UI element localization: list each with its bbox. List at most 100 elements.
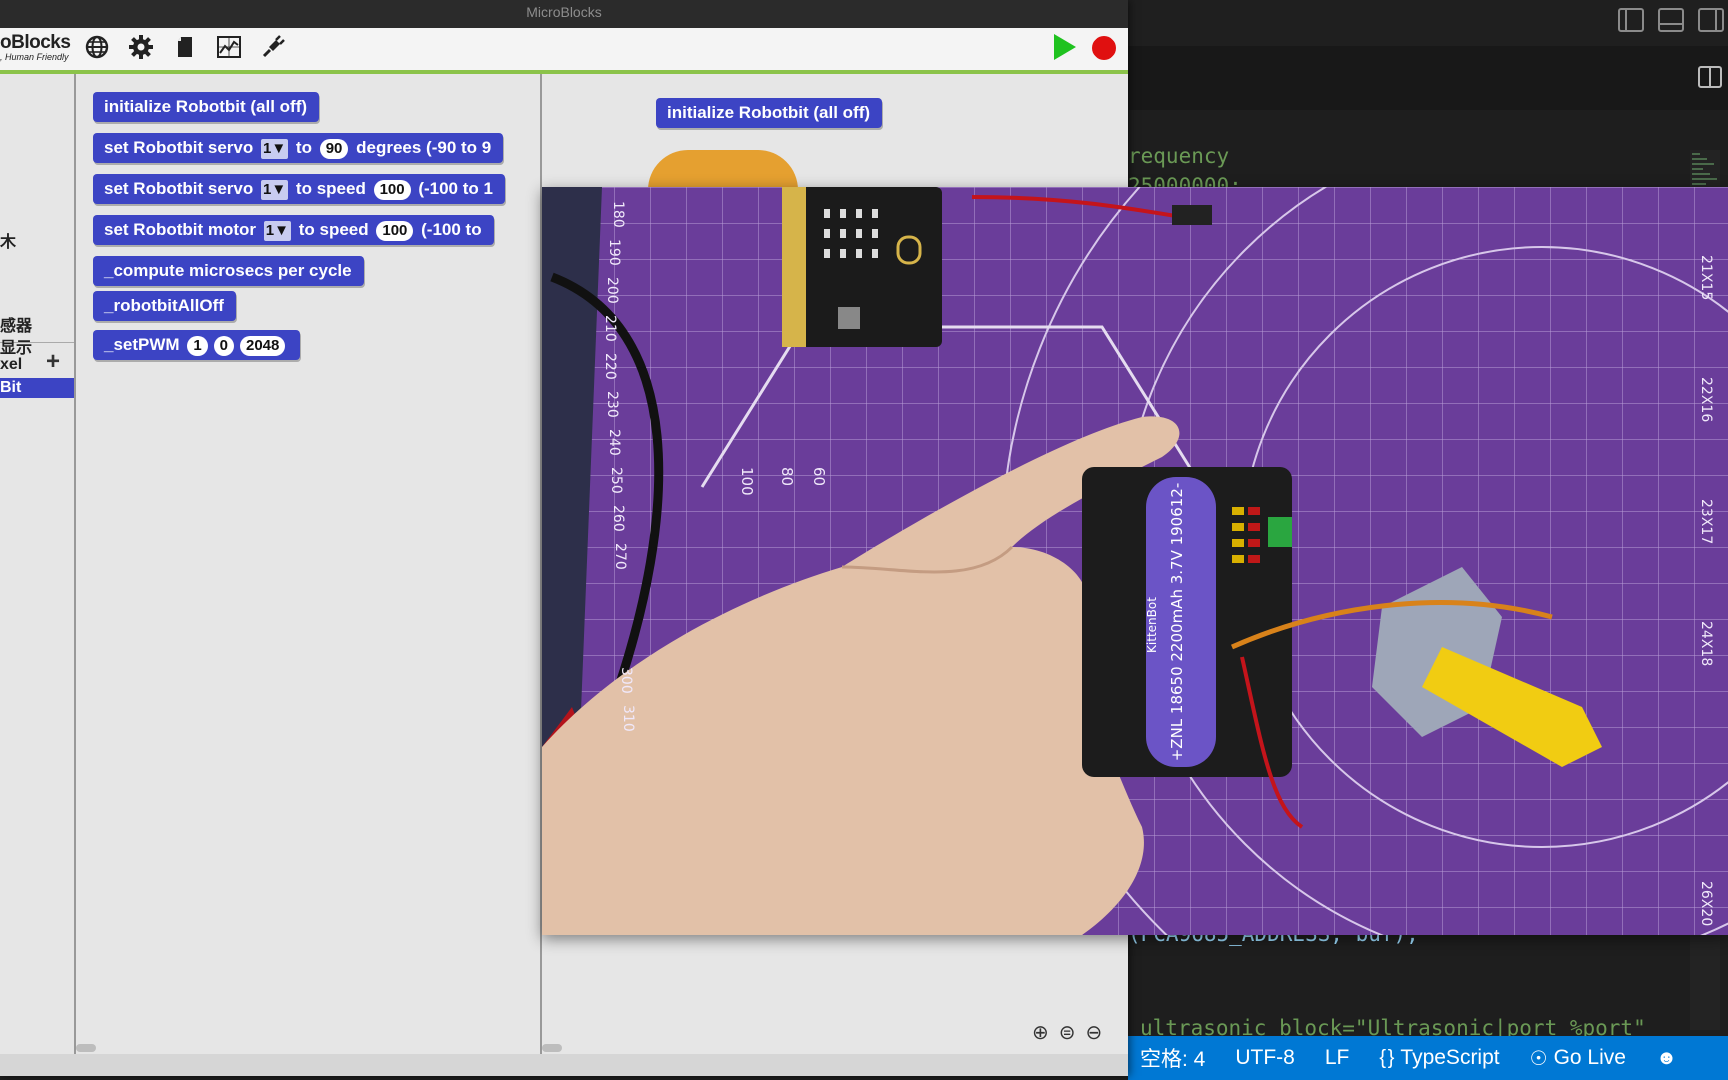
category-item-robotbit[interactable]: Bit [0,378,74,398]
pwm-arg-input[interactable]: 2048 [240,336,286,356]
encoding-status[interactable]: UTF-8 [1235,1046,1295,1070]
window-bottom-edge [0,1054,1128,1076]
minimap-line [1692,153,1700,155]
set-pwm-block[interactable]: _setPWM 1 0 2048 [93,330,301,360]
video-frame: +ZNL 18650 2200mAh 3.7V 190612- KittenBo… [542,187,1728,935]
zoom-out-icon[interactable]: ⊖ [1086,1020,1103,1045]
motor-dropdown[interactable]: 1▼ [263,221,291,241]
go-live-button[interactable]: ☉ Go Live [1530,1046,1626,1071]
logo-name: oBlocks [0,32,71,53]
ruler-mark: 270 [612,543,628,570]
speed-input[interactable]: 100 [376,221,414,241]
servo-dropdown[interactable]: 1▼ [260,139,289,159]
minimap-line [1692,168,1703,170]
block-label: initialize Robotbit (all off) [667,103,871,122]
minimap-line [1692,178,1717,180]
set-motor-speed-block[interactable]: set Robotbit motor 1▼ to speed 100 (-100… [93,215,494,245]
indentation-label: 空格: 4 [1140,1048,1206,1071]
ruler-mark: 260 [610,505,626,532]
file-icon[interactable] [172,34,198,60]
script-initialize-robotbit-block[interactable]: initialize Robotbit (all off) [656,98,883,128]
speed-input[interactable]: 100 [373,180,411,200]
size-mark: 21X15 [1698,255,1714,300]
add-library-button[interactable]: + [46,348,60,376]
ruler-mark: 250 [608,467,624,494]
eol-label: LF [1324,1046,1350,1069]
block-label: to speed [298,220,369,239]
block-label: set Robotbit motor [104,220,257,239]
robotbit-all-off-block[interactable]: _robotbitAllOff [93,291,236,321]
battery-brand: KittenBot [1145,597,1159,653]
compute-microsecs-block[interactable]: _compute microsecs per cycle [93,256,364,286]
encoding-label: UTF-8 [1235,1046,1295,1069]
broadcast-icon: ☉ [1529,1047,1548,1070]
editor-tab-bar [1128,46,1728,110]
category-item[interactable]: 显示 [0,334,32,358]
layout-controls [1618,8,1728,32]
ruler-mark: 210 [602,315,618,342]
connect-usb-icon[interactable] [260,34,286,60]
ruler-mark: 230 [604,391,620,418]
block-label: _compute microsecs per cycle [104,261,352,280]
zoom-controls: ⊕ ⊜ ⊖ [1032,1020,1102,1045]
logo-tagline: , Human Friendly [0,52,69,62]
run-button[interactable] [1054,34,1076,60]
gear-icon[interactable] [128,34,154,60]
zoom-in-icon[interactable]: ⊕ [1032,1020,1049,1045]
indentation-status[interactable]: 空格: 4 [1140,1043,1205,1073]
braces-icon: { } [1379,1046,1395,1069]
minimap-line [1692,158,1707,160]
toggle-panel-icon[interactable] [1658,8,1684,32]
degrees-input[interactable]: 90 [319,139,349,159]
zoom-reset-icon[interactable]: ⊜ [1059,1020,1076,1045]
window-title: MicroBlocks [0,0,1128,28]
when-started-hat-block[interactable] [648,150,798,190]
grid-mark: 80 [778,467,796,486]
block-palette: initialize Robotbit (all off) set Robotb… [76,74,542,1054]
set-servo-degrees-block[interactable]: set Robotbit servo 1▼ to 90 degrees (-90… [93,133,504,163]
grid-mark: 60 [810,467,828,486]
palette-scrollbar[interactable] [76,1044,96,1052]
feedback-button[interactable]: ☻ [1656,1047,1677,1070]
size-mark: 23X17 [1698,499,1714,544]
stop-button[interactable] [1092,36,1116,60]
ruler-mark: 310 [620,705,636,732]
block-label: (-100 to 1 [418,179,493,198]
vscode-title-bar [1128,0,1728,46]
grid-mark: 100 [738,467,756,496]
scripts-scrollbar[interactable] [542,1044,562,1052]
block-label: initialize Robotbit (all off) [104,97,308,116]
eol-status[interactable]: LF [1325,1046,1350,1070]
size-mark: 22X16 [1698,377,1714,422]
toolbar: oBlocks , Human Friendly [0,28,1128,74]
battery-label: +ZNL 18650 2200mAh 3.7V 190612- [1168,483,1186,762]
pwm-arg-input[interactable]: 1 [187,336,208,356]
initialize-robotbit-block[interactable]: initialize Robotbit (all off) [93,92,320,122]
globe-icon[interactable] [84,34,110,60]
feedback-icon: ☻ [1655,1046,1677,1069]
ruler-mark: 300 [618,667,634,694]
category-item[interactable]: 感器 [0,312,32,336]
language-status[interactable]: { } TypeScript [1379,1046,1499,1070]
toggle-primary-sidebar-icon[interactable] [1618,8,1644,32]
block-label: _setPWM [104,335,180,354]
servo-dropdown[interactable]: 1▼ [260,180,289,200]
category-item[interactable]: xel [0,356,22,374]
block-label: to [295,138,312,157]
minimap-line [1692,183,1706,185]
category-item[interactable]: 木 [0,228,16,252]
block-label: set Robotbit servo [104,179,254,198]
block-label: _robotbitAllOff [104,296,224,315]
ruler-mark: 220 [602,353,618,380]
ruler-mark: 190 [606,239,622,266]
toggle-secondary-sidebar-icon[interactable] [1698,8,1724,32]
ruler-mark: 180 [610,201,626,228]
code-line: requency [1128,144,1230,168]
graph-icon[interactable] [216,34,242,60]
video-overlay[interactable]: +ZNL 18650 2200mAh 3.7V 190612- KittenBo… [542,187,1728,935]
size-mark: 24X18 [1698,621,1714,666]
split-editor-icon[interactable] [1698,66,1722,88]
set-servo-speed-block[interactable]: set Robotbit servo 1▼ to speed 100 (-100… [93,174,505,204]
microblocks-logo[interactable]: oBlocks , Human Friendly [0,32,71,62]
pwm-arg-input[interactable]: 0 [213,336,234,356]
